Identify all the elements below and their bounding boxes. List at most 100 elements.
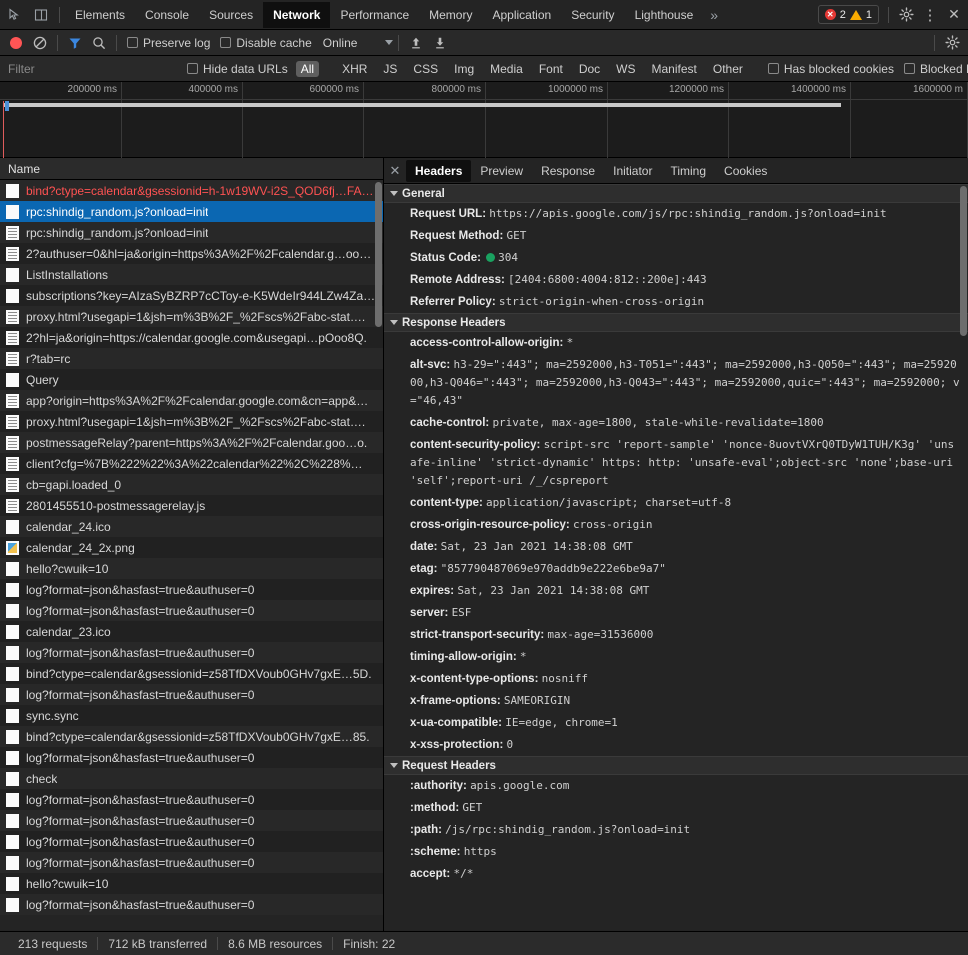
detail-scrollbar[interactable] bbox=[960, 186, 967, 336]
request-row[interactable]: sync.sync bbox=[0, 705, 383, 726]
tab-timing[interactable]: Timing bbox=[661, 160, 715, 182]
disable-cache-option[interactable]: Disable cache bbox=[215, 36, 316, 50]
tab-security[interactable]: Security bbox=[561, 2, 624, 28]
request-row[interactable]: r?tab=rc bbox=[0, 348, 383, 369]
request-row[interactable]: postmessageRelay?parent=https%3A%2F%2Fca… bbox=[0, 432, 383, 453]
import-har-button[interactable] bbox=[404, 31, 428, 55]
filter-type-all[interactable]: All bbox=[295, 60, 320, 77]
tab-cookies[interactable]: Cookies bbox=[715, 160, 776, 182]
filter-type-css[interactable]: CSS bbox=[408, 61, 443, 77]
filter-type-other[interactable]: Other bbox=[708, 61, 748, 77]
request-list-scrollbar[interactable] bbox=[375, 182, 382, 327]
record-button[interactable] bbox=[4, 31, 28, 55]
headers-section-title[interactable]: General bbox=[384, 184, 968, 203]
request-row[interactable]: 2?authuser=0&hl=ja&origin=https%3A%2F%2F… bbox=[0, 243, 383, 264]
filter-type-js[interactable]: JS bbox=[378, 61, 402, 77]
close-icon[interactable]: ✕ bbox=[942, 3, 966, 27]
request-row[interactable]: app?origin=https%3A%2F%2Fcalendar.google… bbox=[0, 390, 383, 411]
generic-resource-icon bbox=[6, 624, 19, 639]
has-blocked-cookies-option[interactable]: Has blocked cookies bbox=[763, 62, 899, 76]
inspect-element-icon[interactable] bbox=[2, 2, 28, 28]
request-row[interactable]: bind?ctype=calendar&gsessionid=z58TfDXVo… bbox=[0, 726, 383, 747]
close-detail-icon[interactable]: ✕ bbox=[384, 158, 406, 184]
hide-data-urls-option[interactable]: Hide data URLs bbox=[182, 62, 293, 76]
tab-response[interactable]: Response bbox=[532, 160, 604, 182]
request-list-header[interactable]: Name bbox=[0, 158, 383, 180]
request-row[interactable]: log?format=json&hasfast=true&authuser=0 bbox=[0, 642, 383, 663]
filter-input[interactable] bbox=[0, 55, 170, 82]
request-row[interactable]: log?format=json&hasfast=true&authuser=0 bbox=[0, 831, 383, 852]
request-row[interactable]: calendar_23.ico bbox=[0, 621, 383, 642]
tab-performance[interactable]: Performance bbox=[330, 2, 419, 28]
filter-type-media[interactable]: Media bbox=[485, 61, 528, 77]
request-row[interactable]: log?format=json&hasfast=true&authuser=0 bbox=[0, 789, 383, 810]
request-row[interactable]: log?format=json&hasfast=true&authuser=0 bbox=[0, 852, 383, 873]
overflow-menu-icon[interactable]: ⋮ bbox=[918, 3, 942, 27]
header-key: :authority: bbox=[410, 780, 471, 792]
filter-type-ws[interactable]: WS bbox=[611, 61, 640, 77]
request-row[interactable]: calendar_24.ico bbox=[0, 516, 383, 537]
request-row[interactable]: check bbox=[0, 768, 383, 789]
request-row[interactable]: rpc:shindig_random.js?onload=init bbox=[0, 222, 383, 243]
request-row[interactable]: hello?cwuik=10 bbox=[0, 873, 383, 894]
preserve-log-option[interactable]: Preserve log bbox=[122, 36, 215, 50]
request-row[interactable]: client?cfg=%7B%222%22%3A%22calendar%22%2… bbox=[0, 453, 383, 474]
tab-elements[interactable]: Elements bbox=[65, 2, 135, 28]
filter-button[interactable] bbox=[63, 31, 87, 55]
tab-application[interactable]: Application bbox=[482, 2, 561, 28]
preserve-log-checkbox[interactable] bbox=[127, 37, 138, 48]
tab-headers[interactable]: Headers bbox=[406, 159, 472, 182]
filter-type-xhr[interactable]: XHR bbox=[337, 61, 372, 77]
request-row[interactable]: rpc:shindig_random.js?onload=init bbox=[0, 201, 383, 222]
request-row[interactable]: 2?hl=ja&origin=https://calendar.google.c… bbox=[0, 327, 383, 348]
tab-console[interactable]: Console bbox=[135, 2, 199, 28]
request-row[interactable]: subscriptions?key=AIzaSyBZRP7cCToy-e-K5W… bbox=[0, 285, 383, 306]
search-button[interactable] bbox=[87, 31, 111, 55]
request-row[interactable]: ListInstallations bbox=[0, 264, 383, 285]
request-row[interactable]: log?format=json&hasfast=true&authuser=0 bbox=[0, 810, 383, 831]
filter-type-manifest[interactable]: Manifest bbox=[647, 61, 702, 77]
has-blocked-cookies-checkbox[interactable] bbox=[767, 63, 779, 74]
request-row[interactable]: log?format=json&hasfast=true&authuser=0 bbox=[0, 747, 383, 768]
request-row[interactable]: hello?cwuik=10 bbox=[0, 558, 383, 579]
tab-memory[interactable]: Memory bbox=[419, 2, 482, 28]
request-row[interactable]: cb=gapi.loaded_0 bbox=[0, 474, 383, 495]
headers-content[interactable]: General Request URL: https://apis.google.… bbox=[384, 184, 968, 931]
tab-sources[interactable]: Sources bbox=[199, 2, 263, 28]
request-row[interactable]: Query bbox=[0, 369, 383, 390]
generic-resource-icon bbox=[6, 204, 19, 219]
issue-counters[interactable]: ✕ 2 1 bbox=[817, 5, 879, 24]
tab-preview[interactable]: Preview bbox=[471, 160, 532, 182]
tab-initiator[interactable]: Initiator bbox=[604, 160, 661, 182]
headers-section-title[interactable]: Response Headers bbox=[384, 313, 968, 332]
filter-type-doc[interactable]: Doc bbox=[574, 61, 605, 77]
request-row[interactable]: proxy.html?usegapi=1&jsh=m%3B%2F_%2Fscs%… bbox=[0, 411, 383, 432]
network-overview[interactable]: 200000 ms 400000 ms 600000 ms 800000 ms 1000… bbox=[0, 82, 968, 158]
request-row[interactable]: bind?ctype=calendar&gsessionid=h-1w19WV-… bbox=[0, 180, 383, 201]
hide-data-urls-checkbox[interactable] bbox=[187, 63, 198, 74]
device-toolbar-icon[interactable] bbox=[28, 2, 54, 28]
export-har-button[interactable] bbox=[428, 31, 452, 55]
gear-icon[interactable] bbox=[894, 3, 918, 27]
filter-type-font[interactable]: Font bbox=[534, 61, 568, 77]
blocked-requests-option[interactable]: Blocked Requests bbox=[899, 62, 968, 76]
disable-cache-checkbox[interactable] bbox=[220, 37, 232, 48]
request-row[interactable]: calendar_24_2x.png bbox=[0, 537, 383, 558]
request-row[interactable]: log?format=json&hasfast=true&authuser=0 bbox=[0, 894, 383, 915]
tab-lighthouse[interactable]: Lighthouse bbox=[625, 2, 704, 28]
filter-type-img[interactable]: Img bbox=[449, 61, 479, 77]
blocked-requests-checkbox[interactable] bbox=[903, 63, 915, 74]
request-row[interactable]: log?format=json&hasfast=true&authuser=0 bbox=[0, 600, 383, 621]
throttling-select[interactable]: Online bbox=[317, 36, 394, 50]
headers-section-title[interactable]: Request Headers bbox=[384, 756, 968, 775]
request-row[interactable]: log?format=json&hasfast=true&authuser=0 bbox=[0, 579, 383, 600]
request-list[interactable]: bind?ctype=calendar&gsessionid=h-1w19WV-… bbox=[0, 180, 383, 931]
network-settings-gear-icon[interactable] bbox=[940, 31, 964, 55]
tab-network[interactable]: Network bbox=[263, 1, 331, 28]
request-row[interactable]: 2801455510-postmessagerelay.js bbox=[0, 495, 383, 516]
request-row[interactable]: bind?ctype=calendar&gsessionid=z58TfDXVo… bbox=[0, 663, 383, 684]
more-tabs-icon[interactable]: » bbox=[703, 2, 725, 28]
clear-button[interactable] bbox=[28, 31, 52, 55]
request-row[interactable]: proxy.html?usegapi=1&jsh=m%3B%2F_%2Fscs%… bbox=[0, 306, 383, 327]
request-row[interactable]: log?format=json&hasfast=true&authuser=0 bbox=[0, 684, 383, 705]
